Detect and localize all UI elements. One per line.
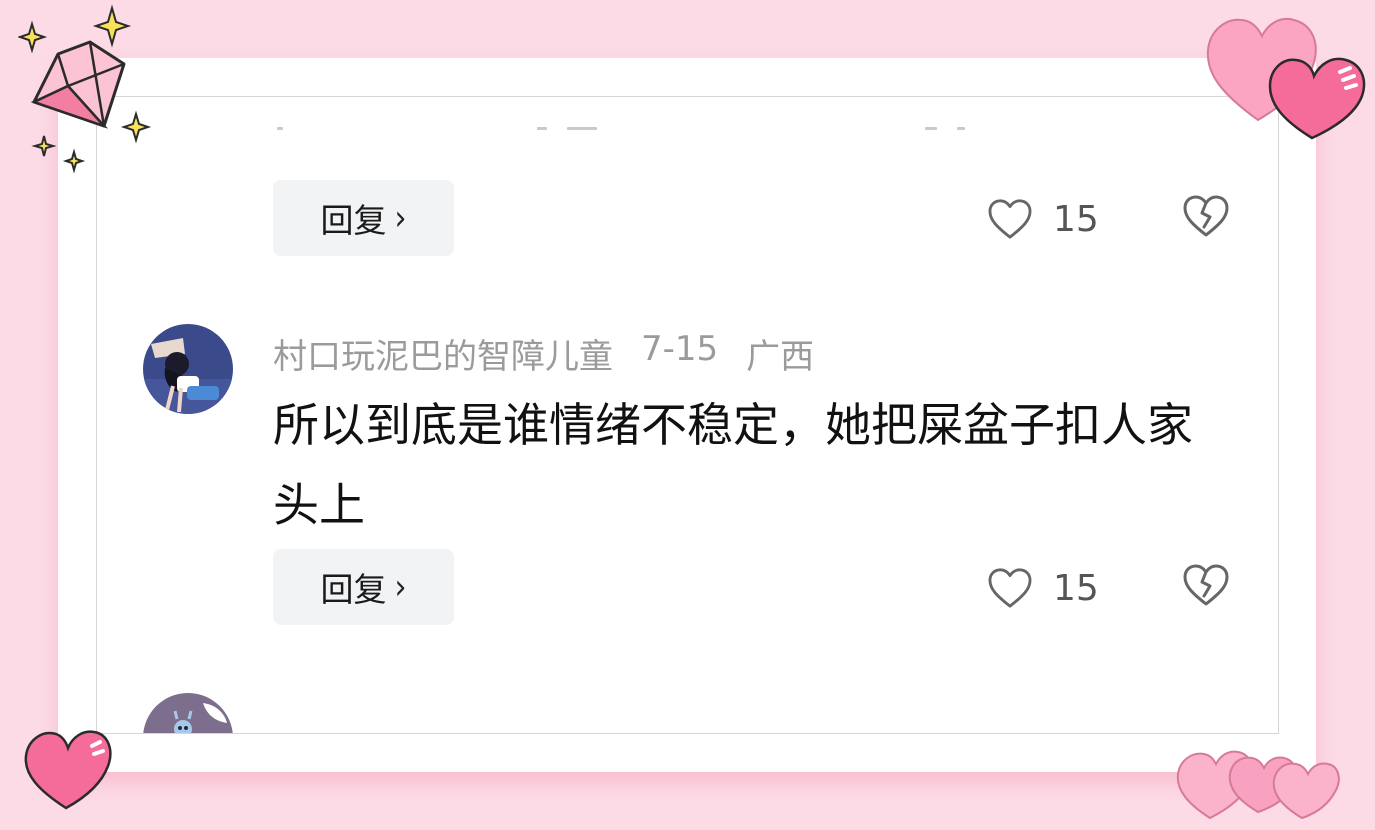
avatar[interactable] <box>143 324 233 414</box>
comment-text: 所以到底是谁情绪不稳定，她把屎盆子扣人家头上 <box>273 398 1193 532</box>
reply-button[interactable]: 回复 › <box>273 180 454 256</box>
avatar-image <box>143 324 233 414</box>
heart-outline-icon[interactable] <box>987 567 1033 609</box>
comment-meta: 村口玩泥巴的智障儿童 7-15 广西 <box>273 329 814 378</box>
broken-heart-icon[interactable] <box>1182 193 1230 239</box>
truncated-text-fragment <box>97 127 1278 143</box>
like-count: 15 <box>1053 198 1099 240</box>
comment-date: 7-15 <box>641 329 719 369</box>
chevron-right-icon: › <box>394 566 407 608</box>
like-group: 15 <box>987 563 1099 613</box>
heart-outline-icon[interactable] <box>987 198 1033 240</box>
pink-hearts-decoration <box>1206 18 1366 140</box>
comment-location: 广西 <box>746 337 815 377</box>
broken-heart-icon[interactable] <box>1182 562 1230 608</box>
pink-hearts-decoration <box>1176 750 1340 820</box>
chevron-right-icon: › <box>394 197 407 239</box>
reply-button[interactable]: 回复 › <box>273 549 454 625</box>
reply-label: 回复 <box>320 570 387 609</box>
avatar[interactable] <box>143 693 233 733</box>
pink-heart-decoration <box>24 730 112 810</box>
avatar-image <box>143 693 233 733</box>
reply-label: 回复 <box>320 201 387 240</box>
like-count: 15 <box>1053 567 1099 609</box>
comment-panel: 回复 › 15 村口玩泥巴的智障儿童 7-15 广西 所以到底是谁情绪不稳定，她… <box>96 96 1279 734</box>
diamond-sticker <box>18 4 152 174</box>
like-group: 15 <box>987 194 1099 244</box>
username[interactable]: 村口玩泥巴的智障儿童 <box>273 329 613 378</box>
